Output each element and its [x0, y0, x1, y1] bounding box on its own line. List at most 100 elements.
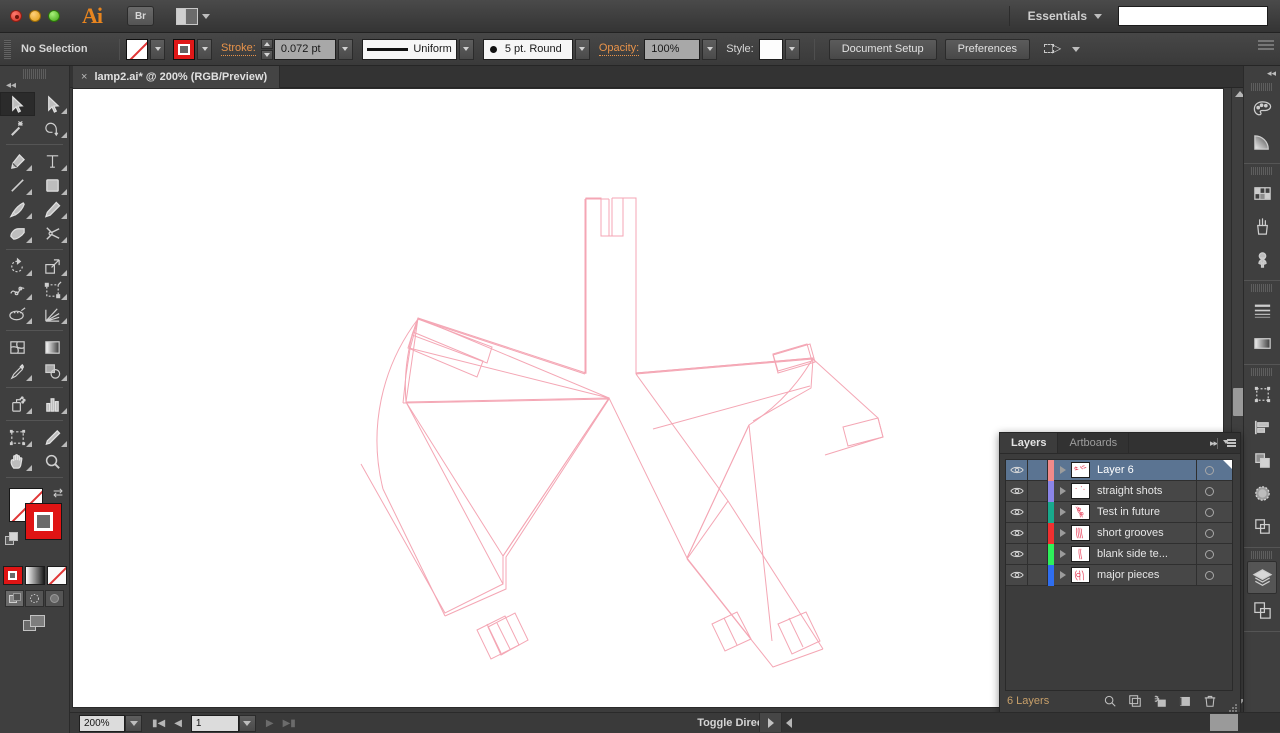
canvas-horizontal-scrollbar[interactable] [781, 713, 1280, 732]
scale-tool[interactable] [35, 254, 70, 278]
make-clipping-mask-icon[interactable] [1122, 692, 1147, 710]
target-indicator[interactable] [1196, 544, 1222, 565]
lock-toggle[interactable] [1028, 565, 1048, 586]
opacity-dropdown-button[interactable] [702, 39, 717, 60]
lock-toggle[interactable] [1028, 460, 1048, 481]
layer-row-short-grooves[interactable]: short grooves [1006, 523, 1232, 544]
stroke-color-swatch[interactable] [25, 503, 62, 540]
rotate-tool[interactable] [0, 254, 35, 278]
scroll-left-icon[interactable] [786, 718, 792, 728]
artboard-number-input[interactable]: 1 [191, 715, 239, 732]
stroke-profile-dropdown-button[interactable] [459, 39, 474, 60]
draw-behind-icon[interactable] [25, 590, 44, 607]
magic-wand-tool[interactable] [0, 116, 35, 140]
stroke-swatch[interactable] [173, 39, 195, 60]
layer-row-blank-side-te[interactable]: blank side te... [1006, 544, 1232, 565]
gradient-tool[interactable] [35, 335, 70, 359]
rectangle-tool[interactable] [35, 173, 70, 197]
status-bar-expand-icon[interactable] [759, 713, 781, 732]
stroke-weight-stepper[interactable] [261, 39, 273, 60]
expand-layer-icon[interactable] [1054, 565, 1071, 586]
create-new-layer-icon[interactable] [1172, 692, 1197, 710]
first-page-icon[interactable]: ▮◀ [152, 718, 165, 729]
selection-tool[interactable] [0, 92, 35, 116]
color-button[interactable] [3, 566, 23, 585]
opacity-label[interactable]: Opacity: [599, 42, 639, 56]
lock-toggle[interactable] [1028, 544, 1048, 565]
column-graph-tool[interactable] [35, 392, 70, 416]
control-bar-grip[interactable] [4, 40, 11, 59]
perspective-grid-tool[interactable] [35, 302, 70, 326]
none-button[interactable] [47, 566, 67, 585]
tab-layers[interactable]: Layers [1000, 433, 1058, 453]
direct-selection-tool[interactable] [35, 92, 70, 116]
tools-panel-grip[interactable] [23, 69, 47, 79]
gradient-button[interactable] [25, 566, 45, 585]
fill-dropdown-button[interactable] [150, 39, 165, 60]
eraser-tool[interactable] [35, 221, 70, 245]
artboard-dropdown-button[interactable] [239, 715, 256, 732]
target-indicator[interactable] [1196, 460, 1222, 481]
shape-builder-tool[interactable] [0, 302, 35, 326]
dock-group-grip[interactable] [1251, 167, 1273, 175]
screen-mode-icon[interactable] [23, 615, 47, 633]
visibility-toggle[interactable] [1006, 565, 1028, 586]
expand-layer-icon[interactable] [1054, 460, 1071, 481]
hand-tool[interactable] [0, 449, 35, 473]
eyedropper-tool[interactable] [0, 359, 35, 383]
lock-toggle[interactable] [1028, 523, 1048, 544]
slice-tool[interactable] [35, 425, 70, 449]
help-search-input[interactable] [1118, 6, 1268, 26]
stroke-weight-dropdown-button[interactable] [338, 39, 353, 60]
last-page-icon[interactable]: ▶▮ [283, 718, 296, 729]
layer-row-layer-6[interactable]: Layer 6 [1006, 460, 1232, 481]
visibility-toggle[interactable] [1006, 523, 1028, 544]
transform-panel-icon[interactable] [1244, 378, 1280, 411]
target-indicator[interactable] [1196, 502, 1222, 523]
draw-normal-icon[interactable] [5, 590, 24, 607]
pen-tool[interactable] [0, 149, 35, 173]
document-tab[interactable]: × lamp2.ai* @ 200% (RGB/Preview) [73, 66, 280, 88]
fill-swatch[interactable] [126, 39, 148, 60]
workspace-chevron-down-icon[interactable] [1094, 14, 1102, 19]
lock-toggle[interactable] [1028, 502, 1048, 523]
draw-inside-icon[interactable] [45, 590, 64, 607]
previous-page-icon[interactable]: ◀ [174, 718, 182, 729]
control-bar-menu-icon[interactable] [1258, 40, 1274, 58]
color-panel-icon[interactable] [1244, 93, 1280, 126]
layer-row-test-in-future[interactable]: Test in future [1006, 502, 1232, 523]
symbols-panel-icon[interactable] [1244, 243, 1280, 276]
visibility-toggle[interactable] [1006, 502, 1028, 523]
zoom-tool[interactable] [35, 449, 70, 473]
target-indicator[interactable] [1196, 565, 1222, 586]
stroke-weight-label[interactable]: Stroke: [221, 42, 256, 56]
layer-row-straight-shots[interactable]: straight shots [1006, 481, 1232, 502]
stroke-panel-icon[interactable] [1244, 294, 1280, 327]
close-window-button[interactable] [10, 10, 22, 22]
gradient-panel-icon[interactable] [1244, 327, 1280, 360]
horizontal-scroll-thumb[interactable] [1210, 714, 1238, 731]
dock-group-grip[interactable] [1251, 368, 1273, 376]
minimize-window-button[interactable] [29, 10, 41, 22]
opacity-input[interactable]: 100% [644, 39, 700, 60]
layers-list[interactable]: Layer 6 straight shots [1005, 459, 1233, 691]
dock-group-grip[interactable] [1251, 83, 1273, 91]
create-new-sublayer-icon[interactable] [1147, 692, 1172, 710]
arrange-documents-button[interactable] [176, 8, 210, 25]
free-transform-tool[interactable] [35, 278, 70, 302]
symbol-sprayer-tool[interactable] [0, 392, 35, 416]
mesh-tool[interactable] [0, 335, 35, 359]
expand-layer-icon[interactable] [1054, 481, 1071, 502]
lasso-tool[interactable] [35, 116, 70, 140]
tab-artboards[interactable]: Artboards [1058, 433, 1129, 453]
color-guide-icon[interactable] [1244, 126, 1280, 159]
zoom-level-dropdown-button[interactable] [125, 715, 142, 732]
panel-menu-icon[interactable] [1223, 439, 1236, 448]
preferences-button[interactable]: Preferences [945, 39, 1030, 60]
align-chevron-down-icon[interactable] [1072, 47, 1080, 52]
tools-collapse-icon[interactable]: ◂◂ [0, 81, 69, 92]
visibility-toggle[interactable] [1006, 460, 1028, 481]
expand-layer-icon[interactable] [1054, 523, 1071, 544]
visibility-toggle[interactable] [1006, 481, 1028, 502]
locate-object-icon[interactable] [1097, 692, 1122, 710]
